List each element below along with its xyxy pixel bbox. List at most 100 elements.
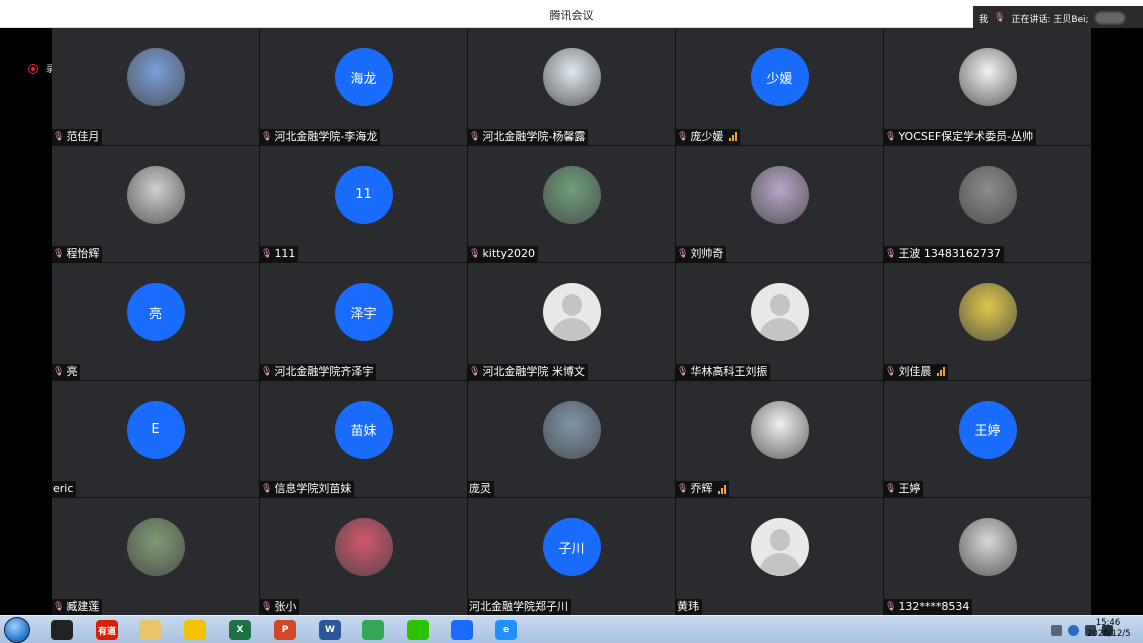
participant-tile[interactable]: 🎙 刘佳晨 <box>884 263 1091 380</box>
participant-nameplate: 🎙 王波 13483162737 <box>884 246 1004 263</box>
participant-tile[interactable]: 🎙 河北金融学院-杨馨露 <box>468 28 675 145</box>
participant-nameplate: 🎙 河北金融学院齐泽宇 <box>260 363 377 380</box>
taskbar-chrome-icon[interactable] <box>355 618 391 642</box>
participant-tile[interactable]: 子川 河北金融学院郑子川 <box>468 498 675 615</box>
participant-nameplate: 🎙 刘帅奇 <box>676 246 727 263</box>
participant-tile[interactable]: 王婷 🎙 王婷 <box>884 380 1091 498</box>
participant-tile[interactable]: 🎙 范佳月 <box>52 28 259 145</box>
participant-nameplate: 🎙 臧建莲 <box>52 598 103 615</box>
participant-avatar <box>542 165 601 224</box>
participant-nameplate: 🎙 信息学院刘苗妹 <box>260 481 355 498</box>
participant-avatar: 海龙 <box>334 48 393 106</box>
participant-tile[interactable]: 🎙 臧建莲 <box>52 498 259 615</box>
participant-name: 河北金融学院-李海龙 <box>274 129 378 143</box>
microphone-icon: 🎙 <box>53 131 65 142</box>
microphone-icon: 🎙 <box>261 601 273 612</box>
participant-avatar <box>542 283 601 342</box>
taskbar-wechat-icon[interactable] <box>400 618 436 642</box>
microphone-icon: 🎙 <box>469 366 481 377</box>
taskbar-word-icon[interactable]: W <box>312 618 348 642</box>
participant-avatar <box>334 518 393 577</box>
participant-name: 111 <box>274 247 296 261</box>
participant-nameplate: 🎙 河北金融学院-杨馨露 <box>468 128 589 145</box>
participant-tile[interactable]: 11 🎙 111 <box>260 145 467 263</box>
speaking-indicator: 我 🎙 正在讲话: 王贝Bei; <box>973 6 1143 30</box>
default-avatar-body <box>550 318 593 342</box>
participant-nameplate: 🎙 范佳月 <box>52 128 103 145</box>
participant-tile[interactable]: 苗妹 🎙 信息学院刘苗妹 <box>260 380 467 498</box>
participant-tile[interactable]: 🎙 乔辉 <box>676 380 883 498</box>
microphone-icon: 🎙 <box>261 131 273 142</box>
participant-tile[interactable]: 🎙 YOCSEF保定学术委员-丛帅 <box>884 28 1091 145</box>
youdao-glyph: 有道 <box>96 620 118 640</box>
participant-tile[interactable]: 🎙 刘帅奇 <box>676 145 883 263</box>
participant-nameplate: 🎙 kitty2020 <box>468 246 538 263</box>
participant-avatar: 王婷 <box>958 400 1017 459</box>
participant-name: 程怡辉 <box>66 247 100 261</box>
participant-name: 张小 <box>274 599 297 613</box>
taskbar-excel-icon[interactable]: X <box>222 618 258 642</box>
taskbar-powerpoint-icon[interactable]: P <box>267 618 303 642</box>
participant-avatar: 苗妹 <box>334 400 393 459</box>
keyboard-icon[interactable] <box>1051 624 1062 636</box>
participant-tile[interactable]: 庞灵 <box>468 380 675 498</box>
microphone-icon: 🎙 <box>885 601 897 612</box>
default-avatar-head <box>561 294 582 317</box>
taskbar-youdao-icon[interactable]: 有道 <box>89 618 125 642</box>
help-icon[interactable] <box>1068 624 1079 636</box>
participant-tile[interactable]: 🎙 王波 13483162737 <box>884 145 1091 263</box>
start-button[interactable] <box>4 617 30 643</box>
participant-avatar: 11 <box>334 165 393 224</box>
participant-avatar <box>750 400 809 459</box>
participant-tile[interactable]: 海龙 🎙 河北金融学院-李海龙 <box>260 28 467 145</box>
participant-name: 黄玮 <box>677 599 699 613</box>
participant-name: 范佳月 <box>66 129 100 143</box>
participant-tile[interactable]: 亮 🎙 亮 <box>52 263 259 380</box>
participant-name: 庞灵 <box>469 482 491 496</box>
speaking-me: 我 <box>979 14 989 25</box>
participant-tile[interactable]: 黄玮 <box>676 498 883 615</box>
clock-date: 2020/12/5 <box>1087 629 1131 639</box>
signal-strength-icon <box>718 484 727 494</box>
participant-tile[interactable]: 🎙 河北金融学院 米博文 <box>468 263 675 380</box>
clock[interactable]: 15:46 2020/12/5 <box>1087 618 1131 640</box>
participant-avatar: E <box>126 400 185 459</box>
participant-name: kitty2020 <box>482 247 535 261</box>
taskbar-app-yellow-icon[interactable] <box>177 618 213 642</box>
participant-tile[interactable]: 泽宇 🎙 河北金融学院齐泽宇 <box>260 263 467 380</box>
participant-tile[interactable]: 🎙 华林高科王刘振 <box>676 263 883 380</box>
participant-nameplate: 🎙 132****8534 <box>884 598 973 615</box>
taskbar-ie-icon[interactable]: e <box>488 618 524 642</box>
participant-tile[interactable]: 🎙 kitty2020 <box>468 145 675 263</box>
participant-avatar <box>542 400 601 459</box>
microphone-icon: 🎙 <box>885 249 897 260</box>
participant-name: 亮 <box>66 364 78 378</box>
participant-name: 132****8534 <box>898 599 970 613</box>
participant-name: 河北金融学院-杨馨露 <box>482 129 586 143</box>
participant-tile[interactable]: 🎙 张小 <box>260 498 467 615</box>
microphone-icon: 🎙 <box>885 366 897 377</box>
microphone-icon: 🎙 <box>261 249 273 260</box>
participant-avatar <box>958 518 1017 577</box>
microphone-icon: 🎙 <box>469 249 481 260</box>
taskbar-explorer-icon[interactable] <box>132 618 168 642</box>
wechat-glyph <box>407 620 429 640</box>
participant-nameplate: 黄玮 <box>676 598 702 615</box>
participant-avatar: 少媛 <box>750 48 809 106</box>
participant-avatar <box>958 283 1017 342</box>
participant-avatar <box>126 518 185 577</box>
taskbar-tencent-meeting-icon[interactable] <box>444 618 480 642</box>
taskbar-qq-icon[interactable] <box>44 618 80 642</box>
microphone-icon: 🎙 <box>677 366 689 377</box>
participant-avatar <box>958 165 1017 224</box>
participant-tile[interactable]: 少媛 🎙 庞少媛 <box>676 28 883 145</box>
participant-tile[interactable]: 🎙 132****8534 <box>884 498 1091 615</box>
participant-tile[interactable]: Eeric <box>52 380 259 498</box>
participant-name: 河北金融学院郑子川 <box>469 599 568 613</box>
default-avatar-head <box>769 529 790 552</box>
participant-name: 臧建莲 <box>66 599 100 613</box>
word-glyph: W <box>319 620 341 640</box>
microphone-icon: 🎙 <box>885 484 897 495</box>
participant-tile[interactable]: 🎙 程怡辉 <box>52 145 259 263</box>
participant-nameplate: 🎙 亮 <box>52 363 81 380</box>
